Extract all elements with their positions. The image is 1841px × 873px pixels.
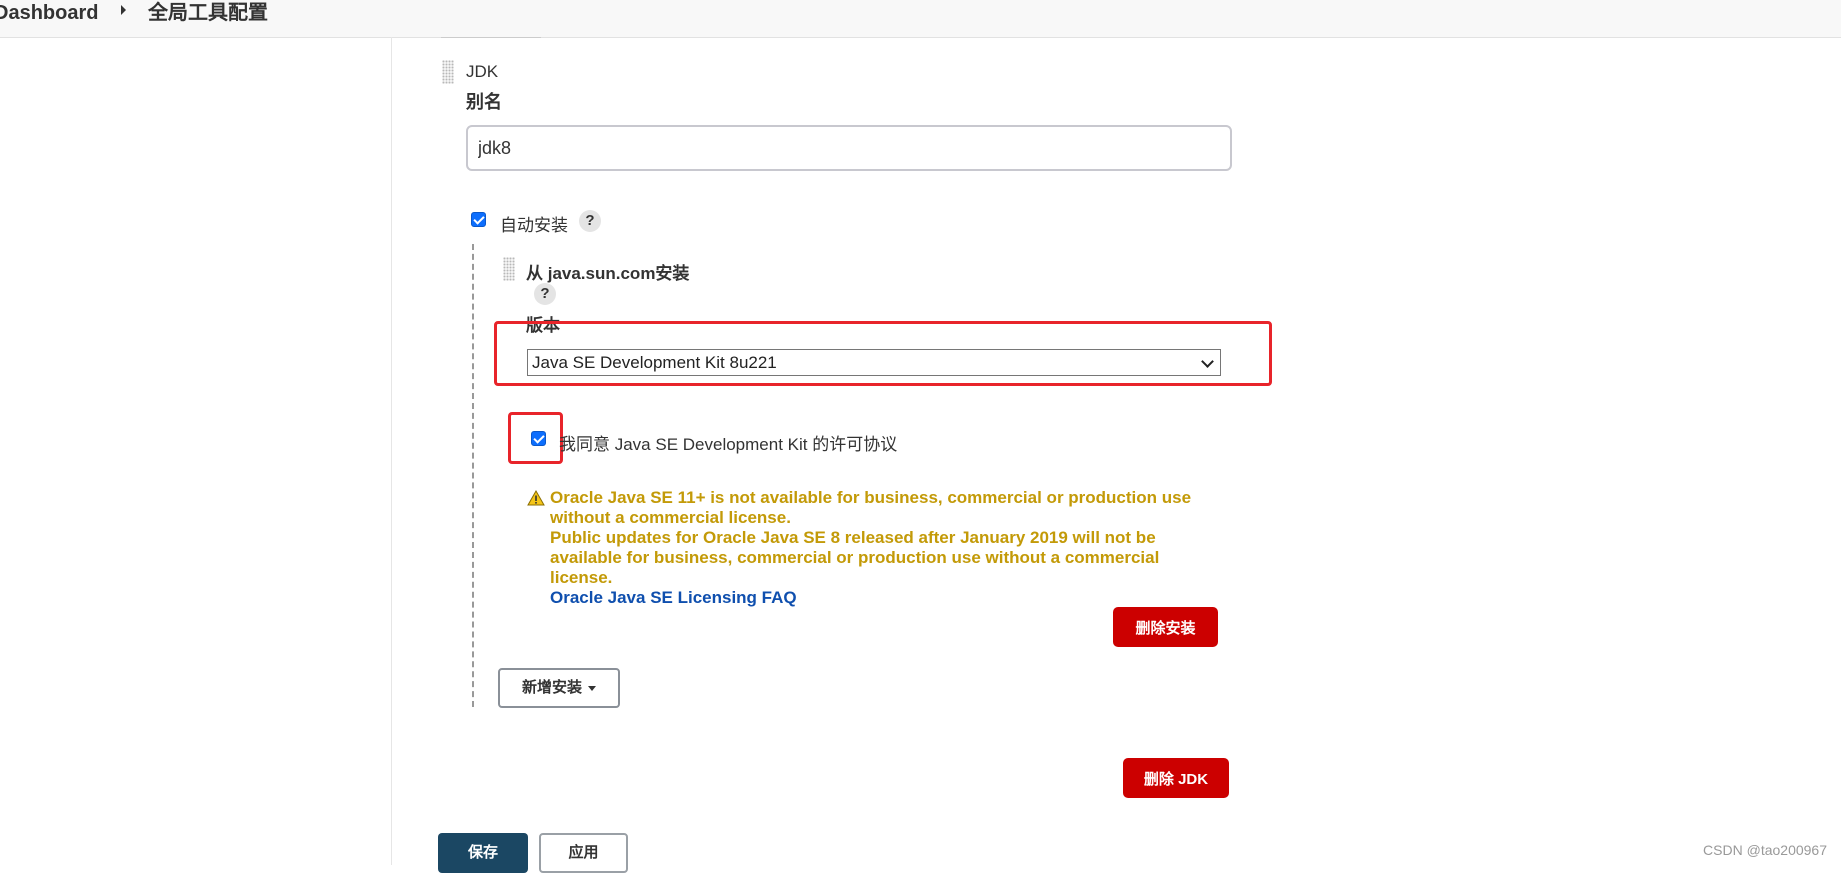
alias-input[interactable] [466, 125, 1232, 171]
breadcrumb-bar: Dashboard 全局工具配置 [0, 0, 1841, 38]
warning-line: Oracle Java SE 11+ is not available for … [550, 488, 1192, 507]
delete-installer-button[interactable]: 删除安装 [1113, 607, 1218, 647]
apply-button[interactable]: 应用 [539, 833, 628, 873]
breadcrumb-current: 全局工具配置 [148, 2, 268, 24]
warning-line: Public updates for Oracle Java SE 8 rele… [550, 528, 1156, 547]
jdk-section-title: JDK [466, 62, 499, 81]
installer-title: 从 java.sun.com安装 [526, 264, 690, 283]
license-warning: Oracle Java SE 11+ is not available for … [550, 488, 1210, 588]
drag-handle-icon[interactable] [503, 257, 515, 281]
warning-line: available for business, commercial or pr… [550, 548, 1160, 567]
warning-icon [527, 490, 545, 506]
installer-group-border [472, 244, 474, 707]
add-installer-label: 新增安装 [521, 679, 582, 696]
sidebar-divider [391, 37, 392, 865]
drag-handle-icon[interactable] [442, 60, 454, 84]
caret-down-icon [588, 685, 596, 691]
add-installer-button[interactable]: 新增安装 [498, 668, 620, 708]
warning-line: license. [550, 568, 613, 587]
annotation-box-agree [508, 412, 563, 464]
annotation-box-version [494, 321, 1272, 386]
delete-jdk-button[interactable]: 删除 JDK [1123, 758, 1229, 798]
licensing-faq-link[interactable]: Oracle Java SE Licensing FAQ [550, 588, 797, 608]
alias-label: 别名 [466, 92, 502, 112]
auto-install-checkbox[interactable] [471, 212, 486, 227]
auto-install-label: 自动安装 [500, 216, 568, 235]
help-icon[interactable]: ? [534, 283, 556, 305]
breadcrumb-dashboard-link[interactable]: Dashboard [0, 0, 98, 26]
section-divider [441, 37, 541, 38]
help-icon[interactable]: ? [579, 210, 601, 232]
warning-line: without a commercial license. [550, 508, 791, 527]
agree-license-label: 我同意 Java SE Development Kit 的许可协议 [559, 435, 898, 454]
save-button[interactable]: 保存 [438, 833, 528, 873]
watermark: CSDN @tao200967 [1703, 842, 1827, 858]
chevron-right-icon[interactable] [121, 5, 126, 15]
